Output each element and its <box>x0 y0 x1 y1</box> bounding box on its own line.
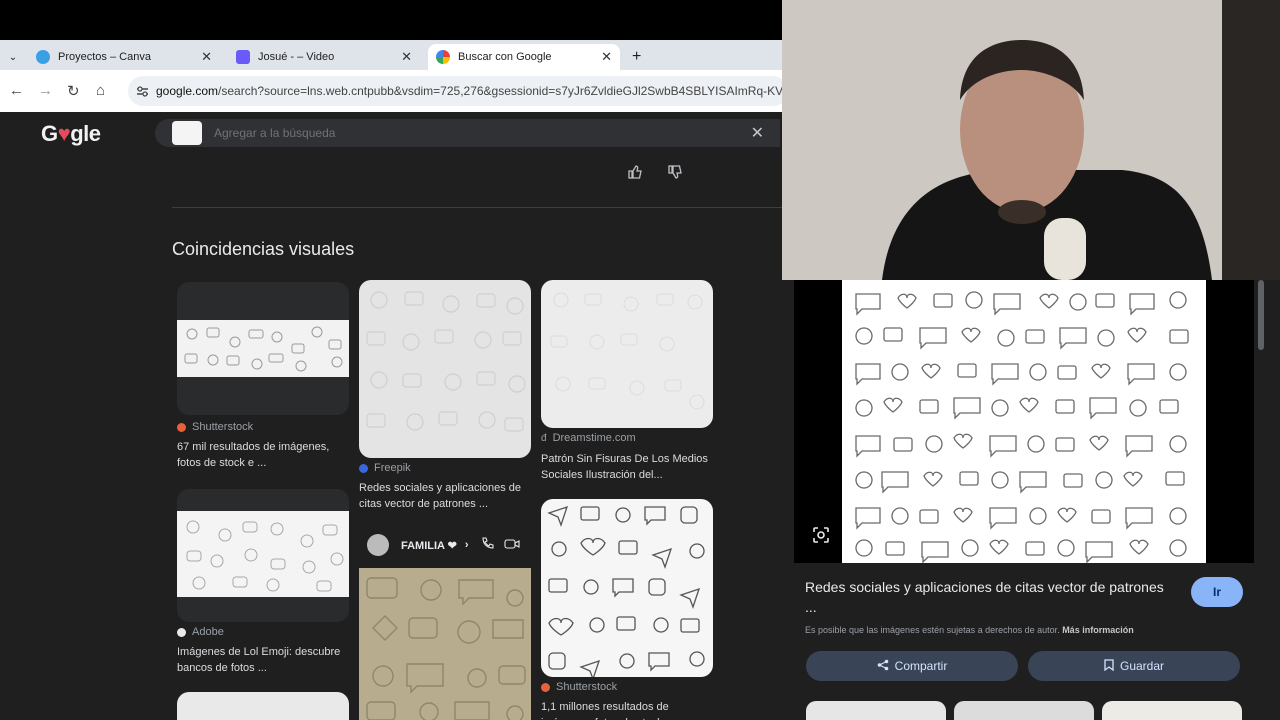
save-button[interactable]: Guardar <box>1028 651 1240 681</box>
url-domain: google.com <box>156 84 219 98</box>
image-preview-panel: Redes sociales y aplicaciones de citas v… <box>782 280 1280 720</box>
shutterstock-icon <box>541 682 550 692</box>
close-icon[interactable]: ✕ <box>601 49 612 65</box>
back-arrow-icon[interactable]: ← <box>9 82 24 99</box>
result-source[interactable]: đ Dreamstime.com <box>541 432 636 444</box>
tab-list-button[interactable]: ⌄ <box>2 46 24 68</box>
thumbs-up-icon[interactable] <box>627 164 643 184</box>
new-tab-button[interactable]: + <box>626 44 652 70</box>
address-bar: ← → ↻ ⌂ google.com/search?source=lns.web… <box>0 70 788 112</box>
google-logo[interactable]: G♥gle <box>41 121 101 147</box>
video-icon <box>236 50 250 64</box>
site-settings-icon[interactable] <box>136 85 149 98</box>
webcam-overlay <box>782 0 1280 280</box>
google-icon <box>436 50 450 64</box>
source-label: Freepik <box>374 462 411 474</box>
close-icon[interactable]: ✕ <box>401 49 412 65</box>
more-info-link[interactable]: Más información <box>1062 625 1134 635</box>
share-button[interactable]: Compartir <box>806 651 1018 681</box>
thumbs-down-icon[interactable] <box>667 164 683 184</box>
canva-icon <box>36 50 50 64</box>
home-icon[interactable]: ⌂ <box>96 82 105 99</box>
search-image-thumbnail[interactable] <box>172 121 202 145</box>
heart-icon: ♥ <box>57 121 71 146</box>
related-image-1[interactable] <box>806 701 946 720</box>
freepik-icon <box>359 463 368 473</box>
result-image-4[interactable] <box>177 489 349 622</box>
google-results-page: G♥gle Agregar a la búsqueda ✕ Coincidenc… <box>0 112 782 720</box>
source-label: Shutterstock <box>556 681 618 693</box>
save-label: Guardar <box>1119 659 1165 673</box>
video-camera-icon <box>503 538 520 553</box>
forward-arrow-icon[interactable]: → <box>38 82 53 99</box>
browser-top-bar <box>0 0 782 40</box>
result-image-7[interactable] <box>541 499 713 677</box>
related-image-2[interactable] <box>954 701 1094 720</box>
pattern-thumbnail <box>366 291 526 432</box>
preview-title[interactable]: Redes sociales y aplicaciones de citas v… <box>805 577 1165 617</box>
adobe-icon <box>177 627 186 637</box>
result-caption[interactable]: Patrón Sin Fisuras De Los Medios Sociale… <box>541 451 713 483</box>
result-caption[interactable]: Redes sociales y aplicaciones de citas v… <box>359 480 531 512</box>
share-icon <box>877 659 889 674</box>
url-path: /search?source=lns.web.cntpubb&vsdim=725… <box>218 84 788 98</box>
pattern-thumbnail <box>177 511 349 597</box>
family-chat-header: FAMILIA ❤ › <box>367 533 537 557</box>
result-source[interactable]: Shutterstock <box>177 421 253 433</box>
result-image-5[interactable] <box>359 568 531 720</box>
bookmark-icon <box>1104 658 1114 674</box>
tab-strip: ⌄ Proyectos – Canva ✕ Josué - – Video ✕ … <box>0 40 782 70</box>
reload-icon[interactable]: ↻ <box>67 82 80 100</box>
pattern-thumbnail <box>547 505 705 677</box>
search-bar[interactable]: Agregar a la búsqueda ✕ <box>155 119 780 147</box>
result-image-2[interactable] <box>359 280 531 458</box>
result-caption[interactable]: Imágenes de Lol Emoji: descubre bancos d… <box>177 644 349 676</box>
source-label: Dreamstime.com <box>552 432 636 444</box>
result-image-1[interactable] <box>177 282 349 415</box>
pattern-thumbnail <box>550 292 705 410</box>
avatar <box>367 534 389 556</box>
result-image-3[interactable] <box>541 280 713 428</box>
url-field[interactable]: google.com/search?source=lns.web.cntpubb… <box>128 76 788 106</box>
visit-label: Ir <box>1212 585 1221 599</box>
phone-icon <box>481 537 494 553</box>
source-label: Adobe <box>192 626 224 638</box>
section-title: Coincidencias visuales <box>172 239 355 259</box>
divider <box>172 207 782 208</box>
share-label: Compartir <box>894 659 948 673</box>
pattern-thumbnail <box>177 320 349 377</box>
logo-part: G <box>41 121 58 146</box>
chat-name: FAMILIA ❤ <box>401 539 457 552</box>
result-image-6[interactable] <box>177 692 349 720</box>
pattern-thumbnail <box>366 577 526 720</box>
chevron-down-icon: ⌄ <box>8 51 18 63</box>
result-caption[interactable]: 67 mil resultados de imágenes, fotos de … <box>177 439 349 471</box>
chevron-right-icon: › <box>464 539 469 551</box>
result-source[interactable]: Shutterstock <box>541 681 617 693</box>
plus-icon: + <box>632 48 642 65</box>
tab-google-search[interactable]: Buscar con Google ✕ <box>428 44 620 70</box>
logo-part: gle <box>70 121 101 146</box>
result-source[interactable]: Freepik <box>359 462 411 474</box>
result-caption[interactable]: 1,1 millones resultados de imágenes, fot… <box>541 699 713 720</box>
lens-icon[interactable] <box>812 526 830 549</box>
scrollbar[interactable] <box>1258 280 1264 350</box>
close-icon[interactable]: ✕ <box>201 49 212 65</box>
close-icon[interactable]: ✕ <box>751 123 764 143</box>
visit-button[interactable]: Ir <box>1191 577 1243 607</box>
dreamstime-icon: đ <box>541 432 547 444</box>
copyright-notice: Es posible que las imágenes estén sujeta… <box>805 625 1134 635</box>
shutterstock-icon <box>177 422 186 432</box>
webcam-person-image <box>782 0 1280 280</box>
source-label: Shutterstock <box>192 421 254 433</box>
tab-video[interactable]: Josué - – Video ✕ <box>228 44 420 70</box>
preview-image-frame <box>794 280 1254 564</box>
result-source[interactable]: Adobe <box>177 626 224 638</box>
related-image-3[interactable] <box>1102 701 1242 720</box>
tab-canva[interactable]: Proyectos – Canva ✕ <box>28 44 220 70</box>
copyright-text: Es posible que las imágenes estén sujeta… <box>805 625 1060 635</box>
preview-image[interactable] <box>794 280 1254 564</box>
search-input[interactable]: Agregar a la búsqueda <box>214 126 751 140</box>
